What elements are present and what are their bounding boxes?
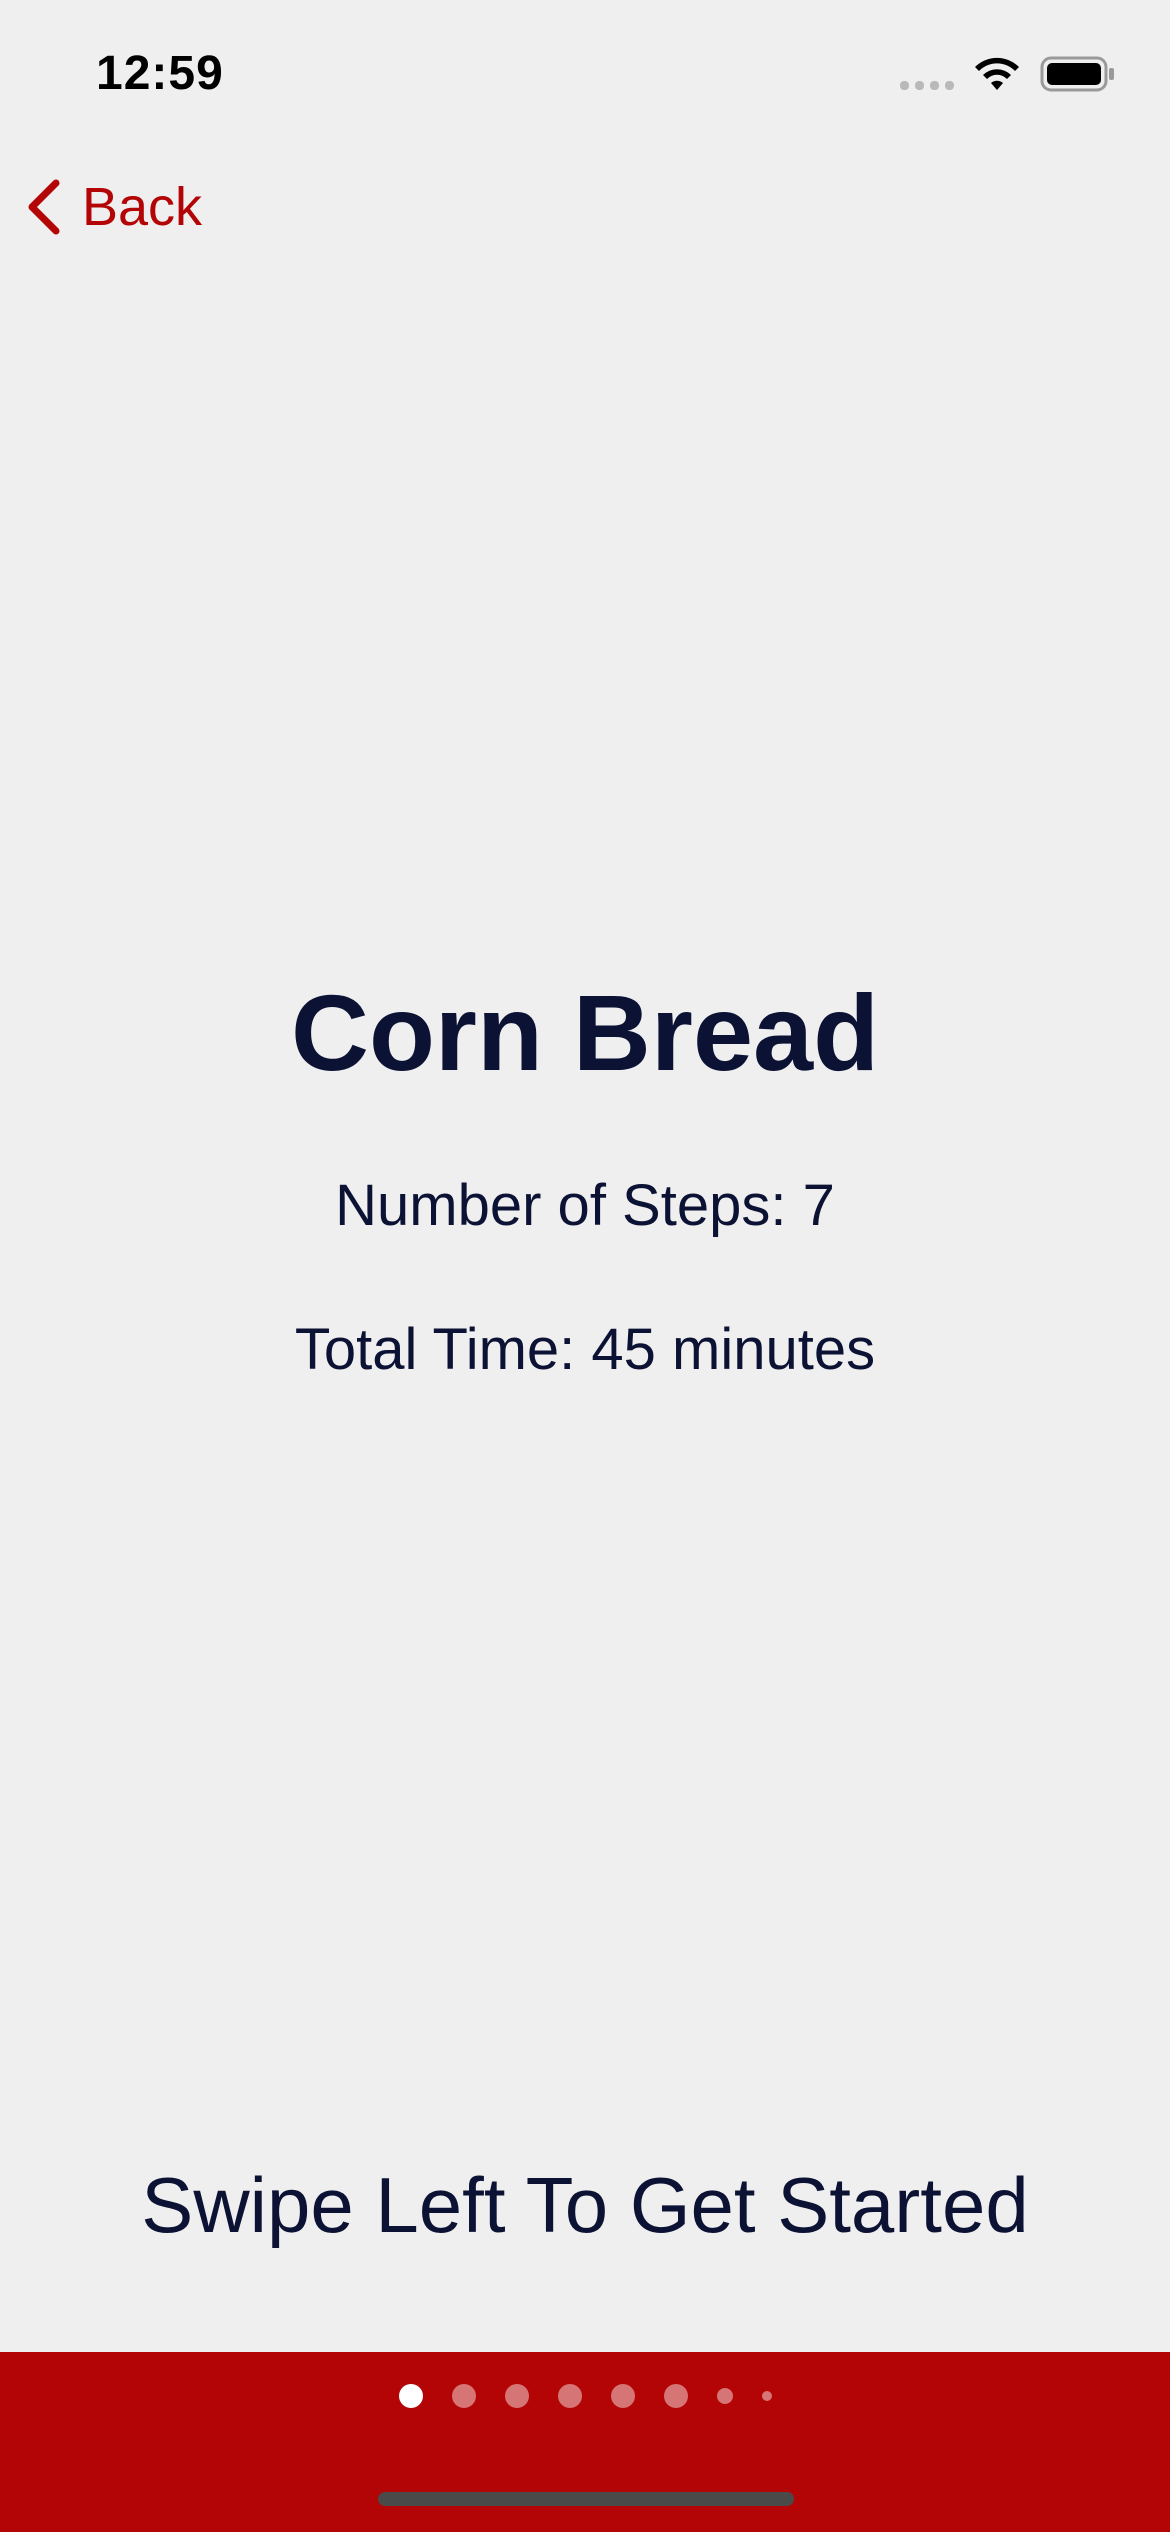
- recipe-total-time: Total Time: 45 minutes: [294, 1317, 876, 1382]
- battery-icon: [1040, 56, 1114, 92]
- bottom-bar: [0, 2352, 1170, 2532]
- page-indicator[interactable]: [0, 2378, 1170, 2414]
- page-dot[interactable]: [504, 2384, 529, 2408]
- status-icons: [900, 52, 1116, 96]
- home-indicator[interactable]: [378, 2492, 794, 2506]
- page-dot[interactable]: [610, 2384, 635, 2408]
- back-label: Back: [82, 177, 203, 237]
- recipe-overview-screen: 12:59 Back Corn Bread Number of Steps: 7: [0, 0, 1170, 2532]
- back-button[interactable]: Back: [24, 172, 202, 242]
- page-dot[interactable]: [398, 2384, 423, 2408]
- page-dot[interactable]: [451, 2384, 476, 2408]
- page-dot[interactable]: [716, 2388, 733, 2404]
- swipe-hint: Swipe Left To Get Started: [141, 2161, 1029, 2249]
- page-dot[interactable]: [761, 2391, 772, 2401]
- page-dot[interactable]: [557, 2384, 582, 2408]
- wifi-icon: [975, 57, 1019, 90]
- chevron-left-icon: [28, 179, 60, 235]
- recipe-steps-count: Number of Steps: 7: [335, 1173, 835, 1238]
- page-dot[interactable]: [663, 2384, 688, 2408]
- status-bar: 12:59: [0, 0, 1170, 140]
- signal-icon: [900, 52, 954, 96]
- status-time: 12:59: [96, 47, 224, 100]
- recipe-title: Corn Bread: [290, 972, 880, 1093]
